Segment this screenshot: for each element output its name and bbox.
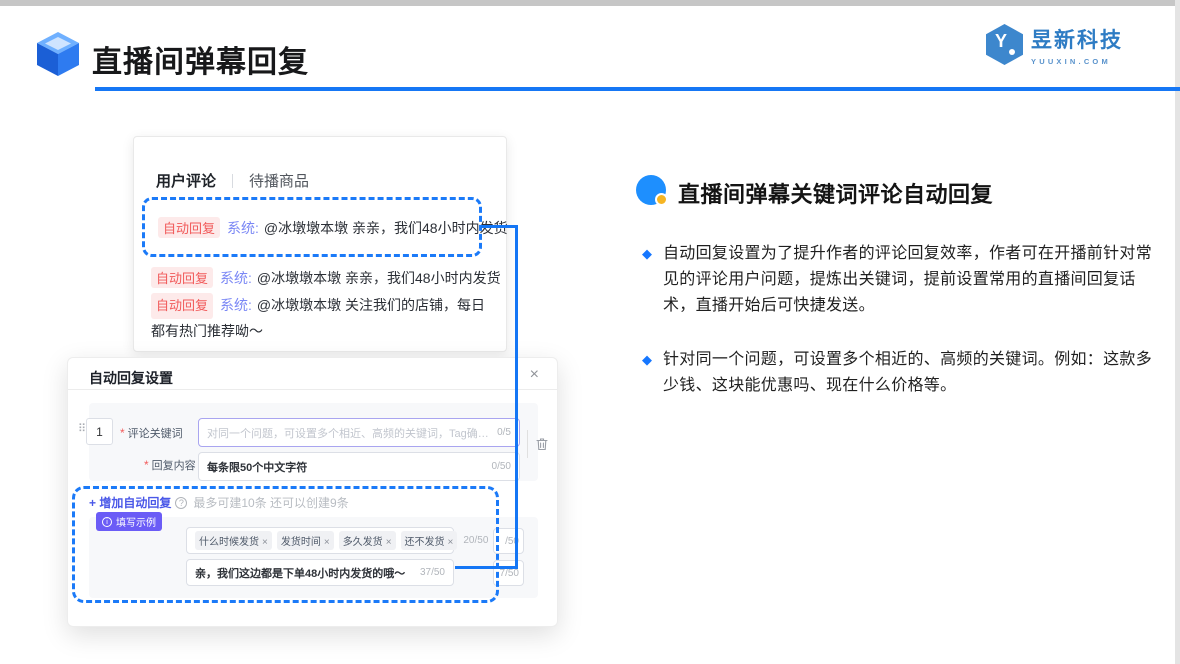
chat-message: 自动回复 系统: @冰墩墩本墩 亲亲，我们48小时内发货: [158, 217, 508, 238]
chat-message: 自动回复 系统: @冰墩墩本墩 关注我们的店铺，每日都有热门推荐呦～: [151, 293, 491, 343]
chat-message: 自动回复 系统: @冰墩墩本墩 亲亲，我们48小时内发货: [151, 267, 501, 288]
page-title: 直播间弹幕回复: [92, 46, 309, 79]
reply-value: 每条限50个中文字符: [207, 461, 308, 474]
message-text: @冰墩墩本墩 亲亲，我们48小时内发货: [263, 220, 508, 236]
brand-name: 昱新科技: [1031, 29, 1123, 52]
chat-preview-card: 用户评论 待播商品 自动回复 系统: @冰墩墩本墩 亲亲，我们48小时内发货 自动回…: [133, 136, 508, 352]
auto-reply-badge: 自动回复: [151, 267, 214, 288]
auto-reply-badge: 自动回复: [151, 293, 214, 319]
reply-counter: 0/50: [491, 461, 511, 472]
window-top-edge: [0, 0, 1180, 6]
cube-logo-icon: [37, 32, 79, 76]
feature-bullet: ◆ 自动回复设置为了提升作者的评论回复效率，作者可在开播前针对常见的评论用户问题…: [642, 241, 1152, 319]
required-asterisk: *: [144, 458, 149, 472]
diamond-bullet-icon: ◆: [642, 352, 652, 367]
keyword-counter: 0/5: [497, 427, 511, 438]
brand-hexagon-icon: Y: [986, 24, 1023, 65]
keyword-input[interactable]: 对同一个问题，可设置多个相近、高频的关键词，Tag确定，最多5个 0/5: [198, 418, 520, 447]
chat-bubble-icon: [636, 175, 670, 209]
brand-dot: [1009, 49, 1015, 55]
reply-label: * 回复内容: [144, 458, 196, 472]
tab-divider: [232, 173, 234, 188]
connector-line: [481, 225, 518, 228]
modal-title: 自动回复设置: [89, 370, 173, 386]
close-icon[interactable]: ×: [530, 366, 539, 384]
message-sender: 系统:: [220, 270, 252, 286]
window-right-edge: [1175, 0, 1180, 664]
feature-heading: 直播间弹幕关键词评论自动回复: [678, 182, 994, 207]
keyword-label: * 评论关键词: [120, 426, 183, 440]
brand-glyph: Y: [995, 31, 1008, 51]
chat-tabs: 用户评论 待播商品: [156, 170, 309, 191]
modal-header-divider: [68, 389, 557, 390]
rule-index-field[interactable]: 1: [86, 418, 113, 445]
reply-input[interactable]: 每条限50个中文字符 0/50: [198, 452, 520, 481]
connector-line: [515, 225, 518, 569]
row-actions-divider: [527, 430, 528, 458]
connector-line: [455, 566, 518, 569]
brand-domain: YUUXIN.COM: [1031, 57, 1111, 66]
highlight-dashed-box-message: 自动回复 系统: @冰墩墩本墩 亲亲，我们48小时内发货: [142, 197, 508, 257]
tab-pending-products[interactable]: 待播商品: [249, 170, 309, 191]
drag-handle-icon[interactable]: ⠿: [78, 422, 86, 435]
keyword-placeholder: 对同一个问题，可设置多个相近、高频的关键词，Tag确定，最多5个: [207, 427, 491, 440]
required-asterisk: *: [120, 426, 125, 440]
message-sender: 系统:: [227, 220, 259, 236]
brand-logo: Y 昱新科技 YUUXIN.COM: [986, 24, 1123, 66]
message-text: @冰墩墩本墩 亲亲，我们48小时内发货: [256, 270, 501, 286]
page: 直播间弹幕回复 Y 昱新科技 YUUXIN.COM 用户评论 待播商品 自动回复…: [0, 0, 1180, 664]
title-underline: [95, 87, 1180, 91]
diamond-bullet-icon: ◆: [642, 246, 652, 261]
message-sender: 系统:: [220, 297, 252, 313]
highlight-dashed-box-example: [72, 486, 499, 603]
delete-icon[interactable]: [534, 436, 550, 452]
feature-bullet: ◆ 针对同一个问题，可设置多个相近的、高频的关键词。例如：这款多少钱、这块能优惠…: [642, 347, 1152, 399]
auto-reply-badge: 自动回复: [158, 217, 221, 238]
tab-user-comments[interactable]: 用户评论: [156, 170, 216, 191]
